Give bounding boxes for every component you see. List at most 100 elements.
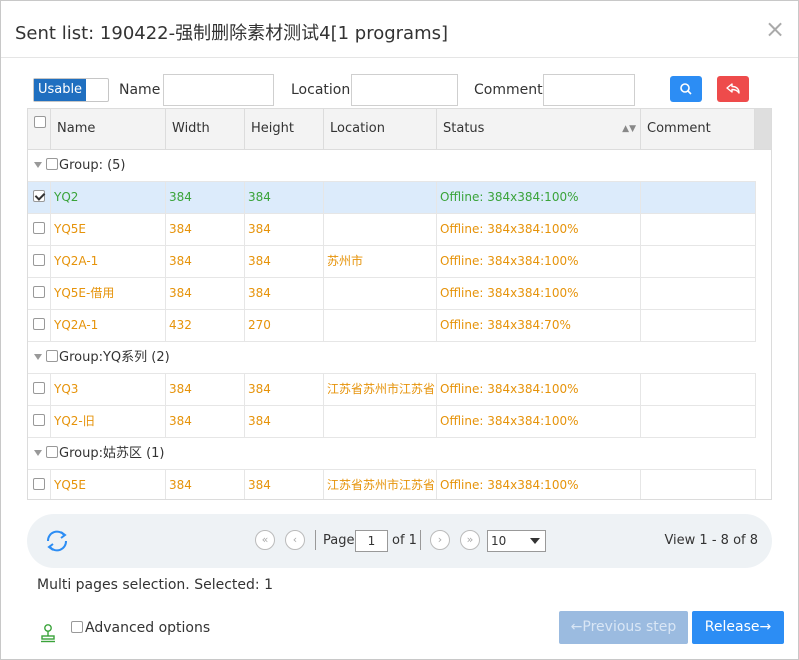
group-label: Group:姑苏区 (1) (59, 446, 165, 461)
row-checkbox[interactable] (33, 190, 45, 202)
cell-status: Offline: 384x384:100% (437, 214, 641, 245)
page-number-input[interactable]: 1 (355, 530, 388, 552)
location-label: Location (291, 82, 351, 98)
header-comment[interactable]: Comment (641, 109, 755, 149)
cell-comment (641, 470, 756, 499)
chevron-down-icon (530, 538, 540, 544)
table-row[interactable]: YQ5E-借用 384 384 Offline: 384x384:100% (28, 278, 756, 310)
cell-height: 384 (245, 214, 324, 245)
cell-location: 江苏省苏州市江苏省 (324, 470, 437, 499)
table-row[interactable]: YQ2A-1 384 384 苏州市 Offline: 384x384:100% (28, 246, 756, 278)
filter-bar: Usable Name Location Comment (1, 74, 798, 106)
location-input[interactable] (351, 74, 458, 106)
expand-triangle-icon[interactable] (34, 354, 42, 360)
cell-location (324, 214, 437, 245)
previous-step-button[interactable]: ←Previous step (559, 611, 688, 644)
row-checkbox[interactable] (33, 382, 45, 394)
group-checkbox[interactable] (46, 350, 58, 362)
row-checkbox[interactable] (33, 254, 45, 266)
cell-comment (641, 310, 756, 341)
select-all-checkbox[interactable] (34, 116, 46, 128)
search-icon (680, 83, 692, 95)
header-height[interactable]: Height (245, 109, 324, 149)
group-checkbox[interactable] (46, 446, 58, 458)
header-width[interactable]: Width (166, 109, 245, 149)
row-checkbox[interactable] (33, 222, 45, 234)
stamp-icon (41, 624, 55, 643)
expand-triangle-icon[interactable] (34, 450, 42, 456)
cell-name: YQ5E-借用 (51, 278, 166, 309)
header-location[interactable]: Location (324, 109, 437, 149)
cell-status: Offline: 384x384:100% (437, 406, 641, 437)
row-select-cell (28, 182, 51, 213)
row-checkbox[interactable] (33, 318, 45, 330)
next-page-icon[interactable]: › (430, 530, 450, 550)
release-button[interactable]: Release→ (692, 611, 784, 644)
prev-page-icon[interactable]: ‹ (285, 530, 305, 550)
table-row[interactable]: YQ2A-1 432 270 Offline: 384x384:70% (28, 310, 756, 342)
cell-location (324, 310, 437, 341)
cell-comment (641, 246, 756, 277)
cell-width: 384 (166, 182, 245, 213)
cell-location (324, 406, 437, 437)
header-scrollbar[interactable] (755, 109, 771, 149)
first-page-icon[interactable]: « (255, 530, 275, 550)
usable-toggle[interactable]: Usable (33, 78, 109, 102)
cell-status: Offline: 384x384:100% (437, 470, 641, 499)
header-status-label: Status (443, 121, 485, 136)
cell-width: 384 (166, 246, 245, 277)
row-select-cell (28, 246, 51, 277)
refresh-icon[interactable] (44, 528, 70, 554)
cell-height: 270 (245, 310, 324, 341)
cell-width: 384 (166, 214, 245, 245)
cell-height: 384 (245, 182, 324, 213)
header-name[interactable]: Name (51, 109, 166, 149)
group-checkbox[interactable] (46, 158, 58, 170)
pager-bar: « ‹ Page 1 of 1 › » 10 View 1 - 8 of 8 (27, 514, 772, 568)
row-checkbox[interactable] (33, 286, 45, 298)
expand-triangle-icon[interactable] (34, 162, 42, 168)
advanced-options-label[interactable]: Advanced options (85, 620, 210, 636)
search-button[interactable] (670, 76, 702, 102)
cell-comment (641, 214, 756, 245)
name-input[interactable] (163, 74, 274, 106)
table-row[interactable]: YQ5E 384 384 Offline: 384x384:100% (28, 214, 756, 246)
page-label: Page (323, 533, 355, 548)
cell-width: 432 (166, 310, 245, 341)
cell-name: YQ5E (51, 214, 166, 245)
reset-button[interactable] (717, 76, 749, 102)
pager-separator-left (315, 530, 316, 550)
multi-selection-text: Multi pages selection. Selected: 1 (37, 577, 273, 593)
group-row[interactable]: Group: (5) (28, 150, 756, 182)
comment-input[interactable] (543, 74, 635, 106)
cell-name: YQ2 (51, 182, 166, 213)
row-select-cell (28, 278, 51, 309)
table-row[interactable]: YQ2-旧 384 384 Offline: 384x384:100% (28, 406, 756, 438)
last-page-icon[interactable]: » (460, 530, 480, 550)
advanced-options-checkbox[interactable] (71, 621, 83, 633)
sent-list-dialog: Sent list: 190422-强制删除素材测试4[1 programs] … (0, 0, 799, 660)
group-label: Group:YQ系列 (2) (59, 350, 170, 365)
row-checkbox[interactable] (33, 414, 45, 426)
name-label: Name (119, 82, 161, 98)
row-checkbox[interactable] (33, 478, 45, 490)
cell-location (324, 278, 437, 309)
table-row[interactable]: YQ3 384 384 江苏省苏州市江苏省 Offline: 384x384:100% (28, 374, 756, 406)
cell-status: Offline: 384x384:100% (437, 182, 641, 213)
page-size-value: 10 (491, 534, 507, 548)
comment-label: Comment (474, 82, 543, 98)
table-row[interactable]: YQ2 384 384 Offline: 384x384:100% (28, 182, 756, 214)
page-of-label: of 1 (392, 533, 417, 548)
page-size-select[interactable]: 10 (487, 530, 546, 552)
group-row[interactable]: Group:姑苏区 (1) (28, 438, 756, 470)
header-status[interactable]: Status ▲▼ (437, 109, 641, 149)
table-row[interactable]: YQ5E 384 384 江苏省苏州市江苏省 Offline: 384x384:100% (28, 470, 756, 499)
cell-name: YQ5E (51, 470, 166, 499)
cell-location: 苏州市 (324, 246, 437, 277)
group-row[interactable]: Group:YQ系列 (2) (28, 342, 756, 374)
cell-comment (641, 278, 756, 309)
pager-separator-right (420, 530, 421, 550)
close-icon[interactable]: × (763, 17, 787, 41)
row-select-cell (28, 374, 51, 405)
dialog-title: Sent list: 190422-强制删除素材测试4[1 programs] (15, 23, 449, 44)
